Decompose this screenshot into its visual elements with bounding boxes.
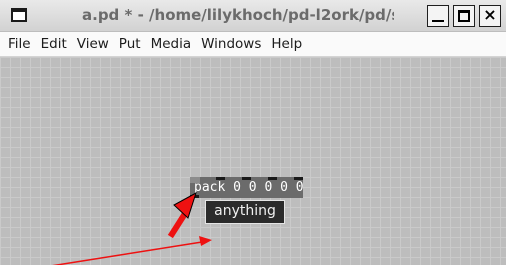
- minimize-button[interactable]: [427, 5, 449, 27]
- window-icon[interactable]: [11, 8, 27, 22]
- menu-edit[interactable]: Edit: [36, 36, 72, 52]
- outlet-0[interactable]: [190, 195, 199, 198]
- window-title: a.pd * - /home/lilykhoch/pd-l2ork/pd/src: [82, 6, 394, 24]
- maximize-button[interactable]: [453, 5, 475, 27]
- menu-media[interactable]: Media: [146, 36, 197, 52]
- title-bar[interactable]: a.pd * - /home/lilykhoch/pd-l2ork/pd/src…: [0, 0, 506, 32]
- menu-windows[interactable]: Windows: [196, 36, 266, 52]
- patch-canvas[interactable]: [0, 57, 506, 265]
- pd-canvas-window: a.pd * - /home/lilykhoch/pd-l2ork/pd/src…: [0, 0, 506, 265]
- menu-view[interactable]: View: [72, 36, 114, 52]
- menu-file[interactable]: File: [3, 36, 36, 52]
- inlet-tooltip: anything: [205, 200, 285, 224]
- object-text: pack 0 0 0 0 0: [194, 180, 304, 195]
- pack-object[interactable]: pack 0 0 0 0 0: [190, 177, 304, 198]
- menu-put[interactable]: Put: [114, 36, 146, 52]
- close-button[interactable]: ×: [479, 5, 501, 27]
- menu-help[interactable]: Help: [266, 36, 307, 52]
- menu-bar: File Edit View Put Media Windows Help: [0, 32, 506, 57]
- close-icon: ×: [483, 5, 497, 24]
